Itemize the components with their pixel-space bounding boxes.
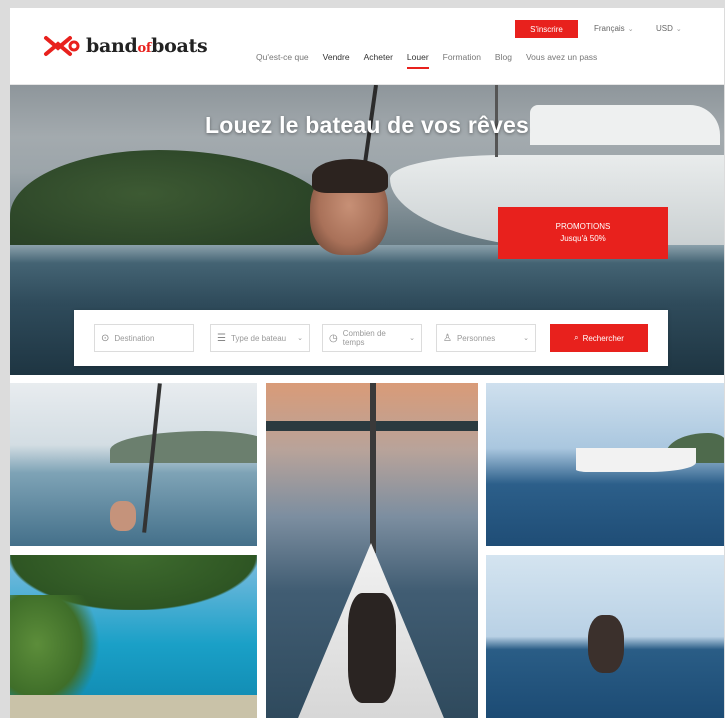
gallery-photo-speedboat[interactable] [486, 383, 724, 546]
promo-subtitle: Jusqu'à 50% [560, 234, 606, 243]
language-selector[interactable]: Français ⌄ [594, 24, 634, 33]
nav-item-buy[interactable]: Acheter [364, 52, 393, 69]
currency-label: USD [656, 24, 673, 33]
hero-swimmer-hair [312, 159, 388, 193]
nav-item-pass[interactable]: Vous avez un pass [526, 52, 597, 69]
boat-type-label: Type de bateau [230, 333, 287, 343]
nav-item-blog[interactable]: Blog [495, 52, 512, 69]
nav-item-about[interactable]: Qu'est-ce que [256, 52, 309, 69]
search-button-label: Rechercher [582, 333, 624, 343]
gallery-photo-sailing-feet[interactable] [10, 383, 257, 546]
nav-item-rent[interactable]: Louer [406, 52, 429, 69]
logo[interactable]: bandofboats [42, 32, 208, 60]
language-label: Français [594, 24, 625, 33]
search-button[interactable]: ⌕ Rechercher [550, 324, 648, 352]
nav-item-training[interactable]: Formation [443, 52, 481, 69]
location-pin-icon: ⊙ [101, 332, 110, 344]
destination-field[interactable]: ⊙ Destination [94, 324, 194, 352]
tile-mountain [110, 431, 257, 463]
person-icon: ♙ [443, 332, 452, 344]
list-icon: ☰ [217, 332, 226, 344]
tile-feet [110, 501, 136, 531]
clock-icon: ◷ [329, 332, 338, 344]
duration-label: Combien de temps [342, 329, 386, 347]
page: bandofboats S'inscrire Français ⌄ USD ⌄ … [10, 8, 724, 718]
gallery-photo-jump[interactable] [486, 555, 724, 718]
chevron-down-icon: ⌄ [409, 335, 415, 342]
hero-title: Louez le bateau de vos rêves [205, 112, 529, 138]
promo-title: PROMOTIONS [555, 222, 611, 231]
boat-type-select[interactable]: ☰ Type de bateau ⌄ [210, 324, 310, 352]
main-nav: Qu'est-ce que Vendre Acheter Louer Forma… [256, 52, 597, 69]
nav-item-sell[interactable]: Vendre [323, 52, 350, 69]
gallery-photo-bow-sunset[interactable] [266, 383, 478, 718]
currency-selector[interactable]: USD ⌄ [656, 24, 682, 33]
persons-label: Personnes [456, 333, 496, 343]
gallery-photo-lagoon[interactable] [10, 555, 257, 718]
tile-speedboat [576, 448, 696, 472]
chevron-down-icon: ⌄ [675, 25, 682, 33]
hero-hill-image [10, 150, 340, 260]
header: bandofboats S'inscrire Français ⌄ USD ⌄ … [10, 8, 724, 85]
duration-select[interactable]: ◷ Combien de temps ⌄ [322, 324, 422, 352]
promotions-button[interactable]: PROMOTIONS Jusqu'à 50% [498, 207, 668, 259]
chevron-down-icon: ⌄ [297, 335, 303, 342]
chevron-down-icon: ⌄ [627, 25, 634, 33]
logo-knot-icon [44, 36, 80, 56]
tile-person-lying [348, 593, 396, 703]
tile-forestay [370, 383, 376, 553]
search-icon: ⌕ [574, 333, 579, 342]
hero-banner: Louez le bateau de vos rêves PROMOTIONS … [10, 85, 724, 375]
destination-placeholder: Destination [114, 333, 155, 343]
chevron-down-icon: ⌄ [523, 335, 529, 342]
tile-jumper [588, 615, 624, 673]
logo-text: bandofboats [86, 35, 208, 57]
tile-sand [10, 695, 257, 718]
persons-select[interactable]: ♙ Personnes ⌄ [436, 324, 536, 352]
search-panel: ⊙ Destination ☰ Type de bateau ⌄ ◷ Combi… [74, 310, 668, 366]
signup-button[interactable]: S'inscrire [515, 20, 578, 38]
